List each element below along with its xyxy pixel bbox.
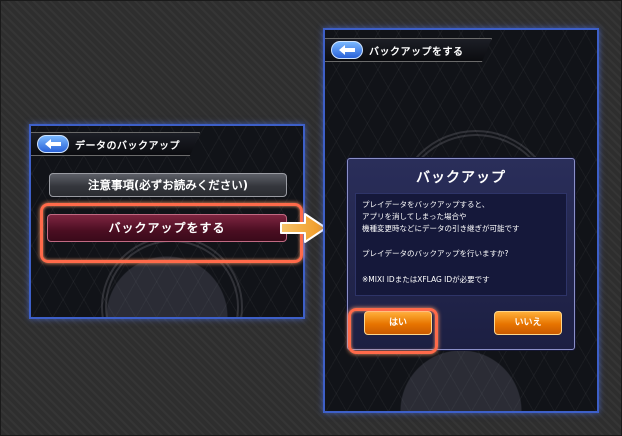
highlight-backup-button bbox=[40, 203, 303, 263]
no-button[interactable]: いいえ bbox=[494, 311, 562, 335]
back-button[interactable] bbox=[37, 135, 69, 153]
screen-title: バックアップをする bbox=[369, 47, 464, 58]
dialog-message: プレイデータをバックアップすると、 アプリを消してしまった場合や 機種変更時など… bbox=[355, 193, 567, 296]
right-screen: バックアップをする バックアップ プレイデータをバックアップすると、 アプリを消… bbox=[323, 28, 599, 413]
back-arrow-icon bbox=[339, 45, 355, 55]
message-line: プレイデータのバックアップを行いますか? bbox=[362, 249, 509, 258]
arrow-right-icon bbox=[280, 213, 327, 243]
message-line: アプリを消してしまった場合や bbox=[362, 212, 467, 221]
highlight-yes-button bbox=[348, 308, 438, 354]
message-line: 機種変更時などにデータの引き継ぎが可能です bbox=[362, 224, 520, 233]
dialog-title: バックアップ bbox=[416, 170, 506, 186]
screen-title: データのバックアップ bbox=[75, 141, 180, 152]
back-button[interactable] bbox=[331, 41, 363, 59]
back-arrow-icon bbox=[45, 139, 61, 149]
message-line: ※MIXI IDまたはXFLAG IDが必要です bbox=[362, 275, 490, 284]
message-line: プレイデータをバックアップすると、 bbox=[362, 200, 490, 209]
notice-button[interactable]: 注意事項(必ずお読みください) bbox=[49, 173, 287, 197]
